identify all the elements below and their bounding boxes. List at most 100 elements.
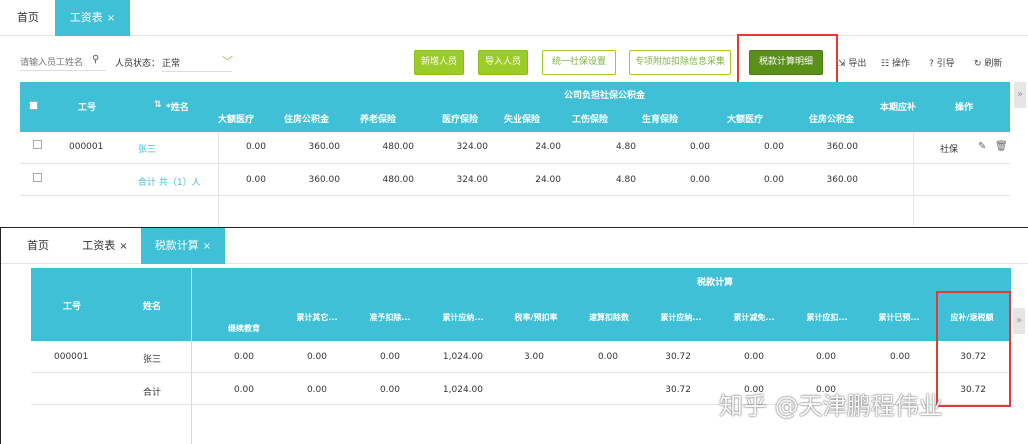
tab-salary-sheet[interactable]: 工资表 × (55, 0, 130, 36)
sub-header-cell: 速算扣除数 (589, 313, 629, 322)
cell-value: 324.00 (456, 175, 489, 185)
cell-value: 30.72 (665, 385, 691, 395)
cell-value: 360.00 (826, 142, 859, 152)
column-divider (191, 268, 192, 444)
cell-value: 360.00 (308, 175, 341, 185)
close-icon[interactable]: × (203, 241, 211, 252)
table-header (31, 268, 1011, 341)
cell-value: 0.00 (233, 385, 254, 395)
sub-header-cell: 准予扣除... (369, 313, 411, 322)
tax-calc-panel: 首页 工资表 × 税款计算 × 工号 姓名 税款计算 继续教育 累计其它... 准予扣除… (0, 227, 1028, 444)
cell-value: 0.00 (689, 142, 710, 152)
cell-value: 3.00 (523, 352, 544, 362)
help-icon: ? (929, 59, 934, 69)
cell-value: 1,024.00 (442, 352, 483, 362)
cell-value: 480.00 (382, 175, 415, 185)
cell-value: 0.00 (743, 352, 764, 362)
tab-bar: 首页 工资表 × 税款计算 × (1, 228, 1028, 264)
tab-home[interactable]: 首页 (13, 228, 63, 264)
highlight-box (936, 291, 1011, 407)
cell-value: 0.00 (763, 175, 784, 185)
cell-value: 0.00 (763, 142, 784, 152)
refresh-icon: ↻ (974, 59, 982, 69)
cell-value: 24.00 (535, 142, 561, 152)
trash-icon[interactable]: 🗑 (995, 141, 1008, 152)
sub-header-cell: 累计应扣... (806, 313, 848, 322)
cell-value: 360.00 (826, 175, 859, 185)
cell-id: 000001 (69, 142, 104, 152)
search-icon[interactable]: ⚲ (92, 54, 99, 65)
special-deduction-button[interactable]: 专项附加扣除信息采集 (629, 50, 731, 75)
refresh-button[interactable]: ↻ 刷新 (974, 56, 1002, 69)
import-person-button[interactable]: 导入人员 (478, 50, 528, 75)
sub-header-cell: 住房公积金 (809, 115, 855, 125)
tab-tax-calc[interactable]: 税款计算 × (141, 228, 225, 264)
social-setting-button[interactable]: 统一社保设置 (542, 50, 616, 75)
sub-header-cell: 大额医疗 (726, 115, 763, 125)
row-checkbox[interactable] (33, 173, 42, 182)
select-all-checkbox[interactable] (29, 101, 38, 110)
operate-label: 操作 (891, 59, 910, 69)
cell-value: 1,024.00 (442, 385, 483, 395)
header-id: 工号 (78, 103, 97, 113)
cell-value: 0.00 (379, 385, 400, 395)
header-group-tax: 税款计算 (697, 278, 734, 288)
column-divider (913, 132, 914, 226)
operate-button[interactable]: ☷ 操作 (881, 56, 910, 69)
edit-icon[interactable]: ✎ (978, 141, 986, 152)
cell-value: 0.00 (245, 175, 266, 185)
watermark: 知乎 @天津鹏程伟业 (719, 392, 943, 420)
tab-salary-sheet[interactable]: 工资表 × (71, 228, 139, 264)
chevron-right-icon[interactable]: » (1013, 308, 1025, 334)
sub-header-cell: 累计应纳... (660, 313, 702, 322)
status-label: 人员状态： (115, 59, 161, 69)
close-icon[interactable]: × (119, 241, 127, 252)
sub-header-cell: 医疗保险 (441, 115, 478, 125)
cell-value: 480.00 (382, 142, 415, 152)
sort-icon[interactable]: ⇅ (154, 100, 162, 110)
cell-value: 4.80 (615, 175, 636, 185)
sub-header-cell: 税率/预扣率 (514, 313, 558, 322)
sub-header-cell: 累计已预... (878, 313, 920, 322)
cell-value: 0.00 (245, 142, 266, 152)
tab-label: 首页 (17, 11, 39, 24)
chevron-down-icon[interactable]: ﹀ (222, 53, 233, 69)
row-divider (31, 372, 1011, 373)
guide-button[interactable]: ? 引导 (929, 56, 955, 69)
tab-home[interactable]: 首页 (4, 0, 52, 36)
cell-value: 0.00 (815, 352, 836, 362)
new-person-button[interactable]: 新增人员 (414, 50, 464, 75)
list-icon: ☷ (881, 59, 890, 69)
cell-value: 30.72 (665, 352, 691, 362)
guide-label: 引导 (936, 59, 955, 69)
cell-value: 0.00 (379, 352, 400, 362)
sub-header-cell: 养老保险 (359, 115, 396, 125)
cell-name[interactable]: 张三 (138, 142, 156, 155)
cell-name: 合计 (143, 388, 162, 398)
refresh-label: 刷新 (984, 59, 1003, 69)
cell-value: 0.00 (889, 352, 910, 362)
sub-header-cell: 工伤保险 (571, 115, 608, 125)
sub-header-cell: 累计应纳... (442, 313, 484, 322)
sub-header-cell: 继续教育 (228, 324, 260, 333)
header-name: *姓名 (166, 103, 189, 113)
row-checkbox[interactable] (33, 140, 42, 149)
chevron-right-icon[interactable]: » (1014, 82, 1026, 108)
tab-label: 工资表 (69, 11, 103, 24)
cell-action: 社保 (940, 145, 959, 155)
export-button[interactable]: ⇲ 导出 (838, 56, 866, 69)
sub-header-cell: 住房公积金 (284, 115, 330, 125)
header-name: 姓名 (143, 302, 162, 312)
close-icon[interactable]: × (107, 13, 115, 24)
salary-sheet-panel: 首页 工资表× ⚲ 人员状态： 正常 ﹀ 新增人员 导入人员 统一社保设置 专项… (0, 0, 1028, 226)
cell-value: 324.00 (456, 142, 489, 152)
tab-label: 税款计算 (154, 239, 199, 252)
header-action: 操作 (955, 103, 974, 113)
header-id: 工号 (63, 302, 82, 312)
tab-label: 首页 (27, 239, 49, 252)
sub-header-cell: 生育保险 (641, 115, 678, 125)
sub-header-cell: 失业保险 (503, 115, 540, 125)
cell-value: 0.00 (597, 352, 618, 362)
column-divider (218, 132, 219, 226)
cell-value: 24.00 (535, 175, 561, 185)
